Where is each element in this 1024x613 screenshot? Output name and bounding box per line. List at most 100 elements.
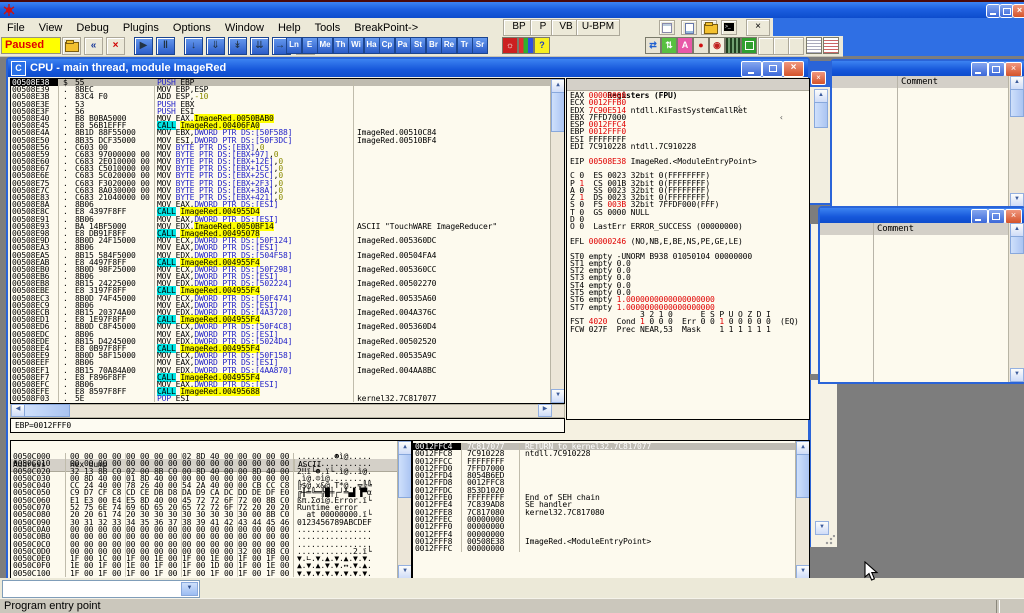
scroll-down-icon[interactable]: ▼: [815, 521, 829, 535]
close-icon[interactable]: ×: [1005, 62, 1022, 77]
toolbar-window-button-tr[interactable]: Tr: [457, 37, 473, 54]
step-over-button[interactable]: ⇓: [206, 37, 225, 55]
register-row[interactable]: EDI 7C910228 ntdll.7C910228: [567, 143, 809, 150]
toolbar-window-button-pa[interactable]: Pa: [395, 37, 411, 54]
combobox-dropdown-icon[interactable]: ▼: [181, 582, 198, 596]
ubpm-button[interactable]: U-BPM: [576, 19, 620, 36]
hidden-window-edge-bottom: ▼: [808, 380, 837, 547]
appearance-icon[interactable]: [518, 37, 534, 54]
stack-pane: 0012FFC47C817077RETURN to kernel32.7C817…: [412, 440, 810, 580]
toolbar-window-button-th[interactable]: Th: [333, 37, 349, 54]
toolbar-window-button-st[interactable]: St: [410, 37, 426, 54]
disasm-row[interactable]: 00508E3B.83C4 F0ADD ESP,-10: [11, 93, 551, 100]
menubar: FileViewDebugPluginsOptionsWindowHelpToo…: [0, 18, 1024, 36]
stack-scrollbar[interactable]: ▲ ▼: [795, 441, 809, 579]
pause-button[interactable]: ‖: [156, 37, 175, 55]
detail-view-icon[interactable]: [823, 37, 839, 54]
menu-item-window[interactable]: Window: [218, 20, 271, 34]
console-plugin-icon[interactable]: >_: [721, 20, 737, 35]
ascii-view-icon[interactable]: A: [677, 37, 693, 54]
toolbar-window-button-sr[interactable]: Sr: [472, 37, 488, 54]
trace-spiral-icon[interactable]: ◉: [709, 37, 725, 54]
comment-window-top[interactable]: × Comment ▲ ▼: [830, 59, 1024, 209]
registers-header[interactable]: Registers (FPU) ‹ ‹: [567, 79, 809, 91]
main-titlebar[interactable]: ×: [0, 2, 1024, 18]
command-combobox[interactable]: ▼: [2, 580, 200, 598]
toolbar-window-button-cp[interactable]: Cp: [379, 37, 395, 54]
comment-window-mid-titlebar[interactable]: ×: [820, 208, 1024, 223]
stack-row[interactable]: 0012FFFC00000000: [413, 545, 796, 552]
toolbar-window-button-ln[interactable]: Ln: [286, 37, 302, 54]
register-row[interactable]: T 0 GS 0000 NULL: [567, 209, 809, 216]
register-row[interactable]: EFL 00000246 (NO,NB,E,BE,NS,PE,GE,LE): [567, 238, 809, 245]
menu-item-help[interactable]: Help: [271, 20, 308, 34]
close-icon[interactable]: ×: [1005, 209, 1022, 224]
run-button[interactable]: ▶: [134, 37, 153, 55]
memory-grid-icon[interactable]: [725, 37, 741, 54]
sort-icon[interactable]: ⇅: [661, 37, 677, 54]
minimize-icon[interactable]: [741, 61, 762, 77]
close-button[interactable]: ×: [1012, 4, 1024, 18]
register-row[interactable]: FCW 027F Prec NEAR,53 Mask 1 1 1 1 1 1: [567, 326, 809, 333]
dump-scrollbar[interactable]: ▲ ▼: [397, 441, 411, 579]
toolbar-window-button-ha[interactable]: Ha: [364, 37, 380, 54]
animate-over-button[interactable]: ⇊: [250, 37, 269, 55]
disasm-row[interactable]: 00508EFE.E8 8597F8FFCALL ImageRed.004956…: [11, 388, 551, 395]
breakpoint-icon[interactable]: ●: [693, 37, 709, 54]
resize-grip[interactable]: [825, 535, 835, 545]
minimize-icon[interactable]: [971, 209, 988, 224]
comment-window-top-scrollbar[interactable]: ▲ ▼: [1008, 76, 1024, 207]
hidden-window-close-icon[interactable]: ×: [811, 71, 826, 85]
registers-pane: Registers (FPU) ‹ ‹ EAX 00000000ECX 0012…: [566, 78, 810, 420]
menu-item-file[interactable]: File: [0, 20, 32, 34]
disasm-row[interactable]: 00508F03.5EPOP ESIkernel32.7C817077: [11, 395, 551, 402]
cpu-window-titlebar[interactable]: C CPU - main thread, module ImageRed ×: [8, 59, 808, 77]
register-row[interactable]: EIP 00508E38 ImageRed.<ModuleEntryPoint>: [567, 158, 809, 165]
empty-toolbar-button-3[interactable]: [788, 37, 804, 55]
comment-window-top-titlebar[interactable]: ×: [832, 61, 1024, 76]
maximize-icon[interactable]: [988, 62, 1005, 77]
register-row[interactable]: O 0 LastErr ERROR_SUCCESS (00000000): [567, 223, 809, 230]
maximize-icon[interactable]: [762, 61, 783, 77]
list-view-icon[interactable]: [806, 37, 822, 54]
dump-row[interactable]: 0050C1001F 00 1F 001F 00 1F 001F 00 1F 0…: [11, 570, 398, 577]
toolbar-window-button-me[interactable]: Me: [317, 37, 333, 54]
disasm-row[interactable]: 00508E3E.53PUSH EBX: [11, 101, 551, 108]
disassembly-hscrollbar[interactable]: ◀ ▶: [10, 404, 565, 418]
toolbar-window-button-br[interactable]: Br: [426, 37, 442, 54]
restart-button-toolbar[interactable]: «: [84, 37, 103, 55]
comment-window-top-body: [832, 88, 1009, 207]
empty-toolbar-button-1[interactable]: [758, 37, 774, 55]
maximize-icon[interactable]: [988, 209, 1005, 224]
toolbar-window-button-e[interactable]: E: [302, 37, 318, 54]
help-icon[interactable]: ?: [534, 37, 550, 54]
script-plugin-icon[interactable]: [681, 20, 697, 35]
toolbar-close-button[interactable]: ×: [746, 19, 770, 36]
menu-item-tools[interactable]: Tools: [308, 20, 348, 34]
comment-window-mid-scrollbar[interactable]: ▲ ▼: [1008, 223, 1024, 382]
bookmark-folder-icon[interactable]: [701, 20, 717, 35]
animate-into-button[interactable]: ↡: [228, 37, 247, 55]
disassembly-scrollbar[interactable]: ▲ ▼: [550, 79, 564, 403]
comment-window-mid[interactable]: × Comment ▲ ▼: [818, 206, 1024, 384]
toolbar-band: Paused « × ▶ ‖ ↓ ⇓ ↡ ⇊ → ➔ LnEMeThWiHaCp…: [0, 36, 843, 57]
open-file-button[interactable]: [62, 37, 81, 55]
empty-toolbar-button-2[interactable]: [773, 37, 789, 55]
notepad-plugin-icon[interactable]: [659, 20, 675, 35]
menu-item-view[interactable]: View: [32, 20, 70, 34]
toolbar-window-button-re[interactable]: Re: [441, 37, 457, 54]
menu-item-plugins[interactable]: Plugins: [116, 20, 166, 34]
window-view-icon[interactable]: [741, 37, 757, 54]
menu-item-debug[interactable]: Debug: [69, 20, 115, 34]
status-bar: Program entry point: [0, 598, 1024, 613]
step-into-button[interactable]: ↓: [184, 37, 203, 55]
swap-panes-icon[interactable]: ⇄: [645, 37, 661, 54]
options-gear-icon[interactable]: ☼: [502, 37, 518, 54]
minimize-icon[interactable]: [971, 62, 988, 77]
toolbar-window-button-wi[interactable]: Wi: [348, 37, 364, 54]
menu-item-breakpoint[interactable]: BreakPoint->: [347, 20, 425, 34]
close-program-button[interactable]: ×: [106, 37, 125, 55]
status-paused-badge: Paused: [1, 37, 61, 54]
menu-item-options[interactable]: Options: [166, 20, 218, 34]
close-icon[interactable]: ×: [783, 61, 804, 77]
